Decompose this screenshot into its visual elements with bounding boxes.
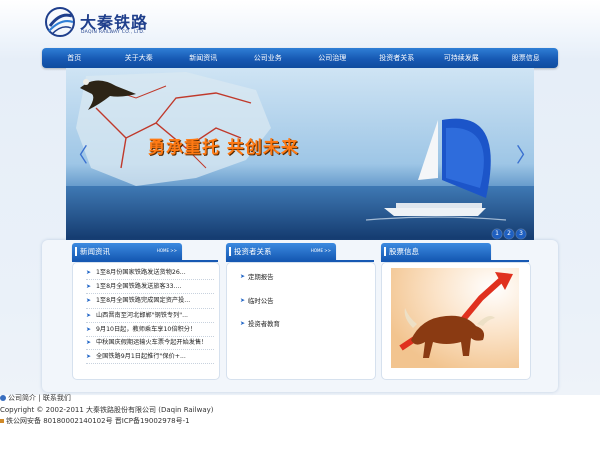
banner-dot-1[interactable]: 1 (492, 229, 502, 239)
logo-swoosh-icon (45, 7, 75, 37)
company-logo[interactable]: 大秦铁路 DAQIN RAILWAY CO., LTD. (44, 6, 164, 40)
footer-icp[interactable]: 铁公网安备 80180002140102号 晋ICP备19002978号-1 (6, 417, 190, 425)
logo-english-name: DAQIN RAILWAY CO., LTD. (81, 30, 145, 35)
tab-marker-icon (229, 247, 231, 256)
news-item-7[interactable]: ➤ 全国铁路9月1日起推行"保价+... (86, 350, 214, 365)
nav-item-investor[interactable]: 投资者关系 (365, 48, 430, 68)
nav-item-business[interactable]: 公司业务 (236, 48, 301, 68)
investor-tab: 投资者关系 HOME >> (226, 243, 336, 260)
nav-item-sustainability[interactable]: 可持续发展 (429, 48, 494, 68)
nav-item-about[interactable]: 关于大秦 (107, 48, 172, 68)
tab-marker-icon (384, 247, 386, 256)
tab-marker-icon (75, 247, 77, 256)
banner-dot-3[interactable]: 3 (516, 229, 526, 239)
news-list: ➤ 1至8月份国家铁路发送货物26... ➤ 1至8月全国铁路发送旅客33.... … (86, 266, 214, 365)
page-footer: 公司简介 | 联系我们 Copyright © 2002-2011 大秦铁路股份… (0, 393, 600, 428)
nav-item-stock[interactable]: 股票信息 (494, 48, 559, 68)
hero-banner[interactable]: 勇承重托 共创未来 〈 〉 (66, 68, 534, 242)
news-item-1[interactable]: ➤ 1至8月份国家铁路发送货物26... (86, 266, 214, 281)
footer-links: 公司简介 | 联系我们 (0, 393, 600, 405)
investor-item-education[interactable]: ➤ 投资者教育 (240, 317, 360, 341)
investor-item-periodic-reports[interactable]: ➤ 定期报告 (240, 270, 360, 294)
main-nav: 首页 关于大秦 新闻资讯 公司业务 公司治理 投资者关系 可持续发展 股票信息 (42, 48, 558, 68)
nav-item-home[interactable]: 首页 (42, 48, 107, 68)
arrow-bullet-icon: ➤ (86, 297, 92, 305)
stock-tab-underline (381, 260, 529, 262)
nav-item-news[interactable]: 新闻资讯 (171, 48, 236, 68)
investor-item-announcements[interactable]: ➤ 临时公告 (240, 294, 360, 318)
shield-icon (0, 395, 6, 401)
investor-more-link[interactable]: HOME >> (311, 248, 331, 254)
banner-slogan: 勇承重托 共创未来 (148, 138, 299, 158)
banner-next-arrow-icon[interactable]: 〉 (516, 144, 534, 166)
bull-market-image[interactable] (391, 268, 519, 368)
arrow-bullet-icon: ➤ (240, 320, 246, 327)
arrow-bullet-icon: ➤ (86, 353, 92, 361)
banner-pagination: 1 2 3 (492, 229, 526, 239)
news-item-6[interactable]: ➤ 中秋国庆假期运输火车票今起开始发售！ (86, 337, 214, 351)
arrow-bullet-icon: ➤ (86, 269, 92, 276)
police-badge-icon (0, 419, 4, 423)
investor-title: 投资者关系 (234, 247, 272, 256)
news-item-3[interactable]: ➤ 1至8月全国铁路完成固定资产投... (86, 294, 214, 309)
arrow-bullet-icon: ➤ (240, 273, 246, 280)
banner-artwork (66, 68, 534, 242)
arrow-bullet-icon: ➤ (86, 311, 92, 319)
investor-list: ➤ 定期报告 ➤ 临时公告 ➤ 投资者教育 (240, 270, 360, 341)
stock-tab: 股票信息 (381, 243, 491, 260)
footer-link-about[interactable]: 公司简介 (8, 394, 36, 402)
arrow-bullet-icon: ➤ (86, 283, 92, 291)
news-tab-underline (72, 260, 218, 262)
news-more-link[interactable]: HOME >> (157, 248, 177, 254)
footer-link-contact[interactable]: 联系我们 (43, 394, 71, 402)
footer-icp-line: 铁公网安备 80180002140102号 晋ICP备19002978号-1 (0, 416, 600, 428)
news-tab: 新闻资讯 HOME >> (72, 243, 182, 260)
news-item-4[interactable]: ➤ 山西晋南至河北邯郸"钢铁专列"... (86, 309, 214, 323)
stock-title: 股票信息 (389, 247, 419, 256)
footer-copyright: Copyright © 2002-2011 大秦铁路股份有限公司 (Daqin … (0, 405, 214, 414)
news-item-2[interactable]: ➤ 1至8月全国铁路发送旅客33.... (86, 280, 214, 295)
arrow-bullet-icon: ➤ (86, 325, 92, 333)
arrow-bullet-icon: ➤ (240, 296, 246, 304)
banner-prev-arrow-icon[interactable]: 〈 (68, 144, 88, 166)
investor-tab-underline (226, 260, 374, 262)
footer-separator: | (38, 394, 41, 402)
news-title: 新闻资讯 (80, 247, 110, 256)
arrow-bullet-icon: ➤ (86, 339, 92, 347)
banner-dot-2[interactable]: 2 (504, 229, 514, 239)
news-item-5[interactable]: ➤ 9月10日起，教师乘车享10倍积分！ (86, 323, 214, 338)
nav-item-governance[interactable]: 公司治理 (300, 48, 365, 68)
